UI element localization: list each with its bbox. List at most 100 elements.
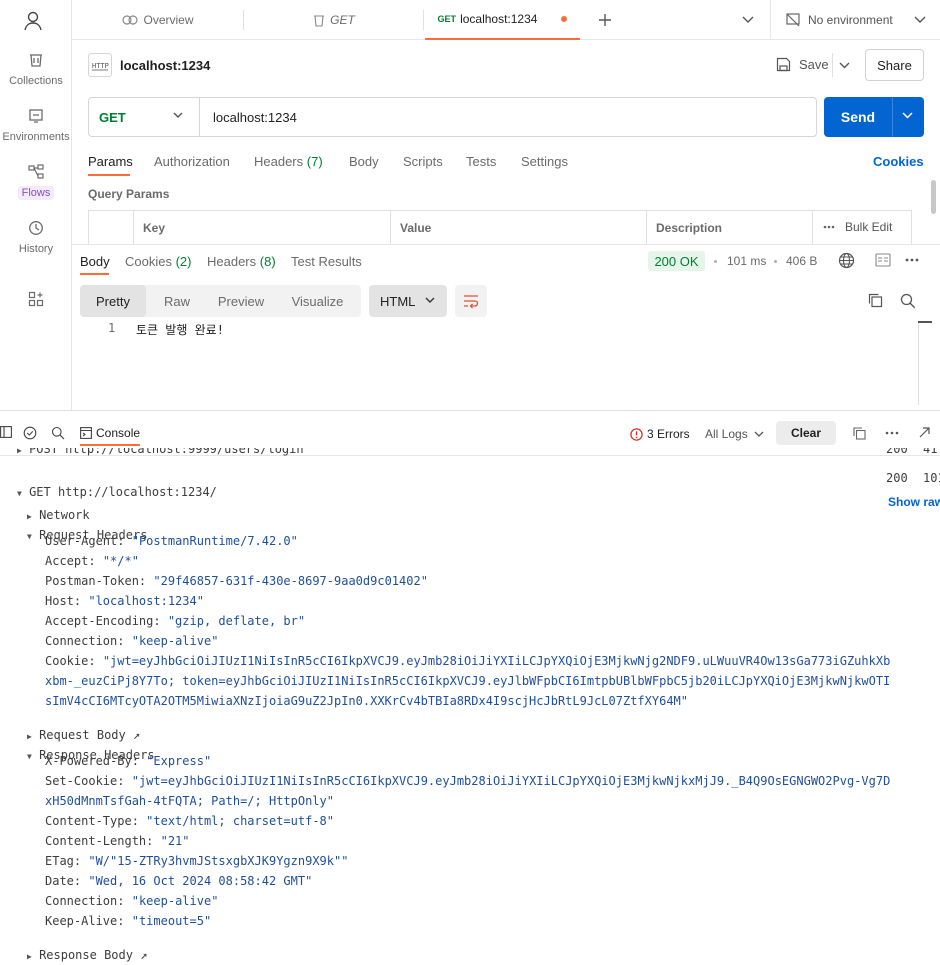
- sidebar-toggle-icon[interactable]: [0, 426, 12, 438]
- show-raw-link[interactable]: Show raw: [888, 495, 940, 509]
- format-select[interactable]: HTML: [369, 285, 447, 317]
- response-tab-headers[interactable]: Headers (8): [207, 254, 276, 269]
- sidebar-item-flows[interactable]: Flows: [0, 164, 72, 214]
- url-input[interactable]: localhost:1234: [213, 110, 297, 125]
- view-preview[interactable]: Preview: [208, 285, 274, 317]
- tab-localhost[interactable]: GET localhost:1234: [425, 0, 580, 40]
- http-icon: HTTP: [88, 53, 112, 77]
- response-body-section[interactable]: ▶ Response Body ↗: [0, 934, 940, 962]
- sidebar-item-configure[interactable]: [0, 291, 72, 341]
- expand-console-icon[interactable]: [919, 427, 930, 438]
- column-value: Value: [391, 211, 647, 245]
- header-value: "text/html; charset=utf-8": [146, 814, 334, 828]
- header-value: "timeout=5": [131, 914, 212, 928]
- tab-overview[interactable]: Overview: [72, 0, 244, 40]
- tab-authorization[interactable]: Authorization: [154, 154, 230, 169]
- copy-icon[interactable]: [868, 293, 883, 308]
- header-value: "PostmanRuntime/7.42.0": [131, 534, 298, 548]
- log-filter-select[interactable]: All Logs: [705, 427, 764, 441]
- history-icon: [29, 221, 43, 235]
- response-tab-cookies[interactable]: Cookies (2): [125, 254, 191, 269]
- runner-check-icon[interactable]: [23, 426, 37, 440]
- network-globe-icon[interactable]: [838, 252, 855, 269]
- request-name[interactable]: localhost:1234: [120, 58, 210, 73]
- chevron-down-icon: [742, 16, 754, 23]
- response-divider[interactable]: [72, 244, 940, 245]
- response-tab-test-results[interactable]: Test Results: [291, 254, 362, 269]
- view-pretty[interactable]: Pretty: [80, 285, 146, 317]
- sidebar-item-history[interactable]: History: [0, 220, 72, 270]
- wrap-lines-button[interactable]: [455, 285, 487, 317]
- more-options-icon[interactable]: [885, 431, 899, 435]
- header-key: X-Powered-By:: [45, 754, 139, 768]
- header-key: Connection:: [45, 634, 125, 648]
- tab-scripts[interactable]: Scripts: [403, 154, 443, 169]
- sidebar-item-environments[interactable]: Environments: [0, 108, 72, 158]
- cookies-tab-label: Cookies: [125, 254, 172, 269]
- view-visualize[interactable]: Visualize: [274, 285, 361, 317]
- clear-button[interactable]: Clear: [776, 421, 836, 445]
- request-scrollbar[interactable]: [931, 180, 936, 214]
- sidebar-item-label: Environments: [2, 131, 70, 143]
- response-scroll-thumb[interactable]: [918, 321, 932, 323]
- query-params-title: Query Params: [88, 187, 170, 201]
- response-size[interactable]: 406 B: [786, 254, 817, 268]
- trash-icon: [314, 14, 325, 27]
- divider: [770, 0, 771, 40]
- header-key: Keep-Alive:: [45, 914, 125, 928]
- console-tab[interactable]: Console: [80, 426, 140, 440]
- new-tab-button[interactable]: [598, 0, 618, 40]
- copy-logs-icon[interactable]: [853, 427, 866, 440]
- header-key: Accept:: [45, 554, 96, 568]
- tab-params[interactable]: Params: [88, 154, 133, 169]
- share-label: Share: [877, 57, 912, 73]
- url-bar: GET localhost:1234: [88, 97, 817, 137]
- header-value: "gzip, deflate, br": [167, 614, 306, 628]
- tab-headers[interactable]: Headers (7): [254, 154, 323, 169]
- log-time: 41: [923, 448, 938, 456]
- save-options-button[interactable]: [832, 53, 856, 77]
- search-icon[interactable]: [900, 293, 916, 309]
- header-value: "jwt=eyJhbGciOiJIUzI1NiIsInR5cCI6IkpXVCJ…: [102, 654, 891, 668]
- send-label: Send: [840, 109, 876, 125]
- plus-icon: [599, 14, 611, 26]
- header-value: "21": [160, 834, 190, 848]
- method-select[interactable]: GET: [89, 98, 200, 136]
- view-raw[interactable]: Raw: [146, 285, 208, 317]
- bulk-edit-button[interactable]: Bulk Edit: [823, 220, 892, 234]
- log-entry-previous[interactable]: ▶ POST http://localhost:9999/users/login…: [0, 448, 940, 462]
- line-number: 1: [108, 321, 116, 335]
- separator-dot: [774, 260, 777, 263]
- header-key: ETag:: [45, 854, 82, 868]
- response-time[interactable]: 101 ms: [727, 254, 766, 268]
- status-badge[interactable]: 200 OK: [648, 251, 705, 271]
- send-button[interactable]: Send: [824, 97, 924, 137]
- share-button[interactable]: Share: [865, 49, 924, 81]
- tabs-dropdown-button[interactable]: [742, 0, 758, 40]
- tab-tests[interactable]: Tests: [466, 154, 496, 169]
- active-tab-indicator: [88, 174, 130, 176]
- tab-headers-label: Headers: [254, 154, 304, 169]
- environment-selector[interactable]: No environment: [786, 0, 926, 40]
- log-filter-label: All Logs: [705, 427, 748, 441]
- more-horizontal-icon: [823, 225, 835, 229]
- sidebar-item-label: Flows: [17, 186, 55, 200]
- more-options-icon[interactable]: [905, 258, 919, 262]
- save-example-icon[interactable]: [875, 253, 891, 267]
- errors-indicator[interactable]: 3 Errors: [630, 427, 690, 441]
- tab-method: GET: [437, 14, 457, 24]
- sidebar-item-collections[interactable]: Collections: [0, 52, 72, 102]
- header-value: "localhost:1234": [88, 594, 204, 608]
- cookies-link[interactable]: Cookies: [873, 154, 924, 169]
- response-tab-body[interactable]: Body: [80, 254, 110, 269]
- tab-settings[interactable]: Settings: [521, 154, 568, 169]
- save-button[interactable]: Save: [776, 57, 829, 72]
- user-avatar-icon[interactable]: [22, 10, 44, 32]
- header-value: "29f46857-631f-430e-8697-9aa0d9c01402": [153, 574, 428, 588]
- find-icon[interactable]: [51, 426, 65, 440]
- tab-get[interactable]: GET: [244, 0, 424, 40]
- wrap-lines-icon: [464, 295, 479, 309]
- tab-label: localhost:1234: [460, 12, 538, 26]
- unsaved-dot-icon: [561, 16, 568, 22]
- tab-body[interactable]: Body: [349, 154, 379, 169]
